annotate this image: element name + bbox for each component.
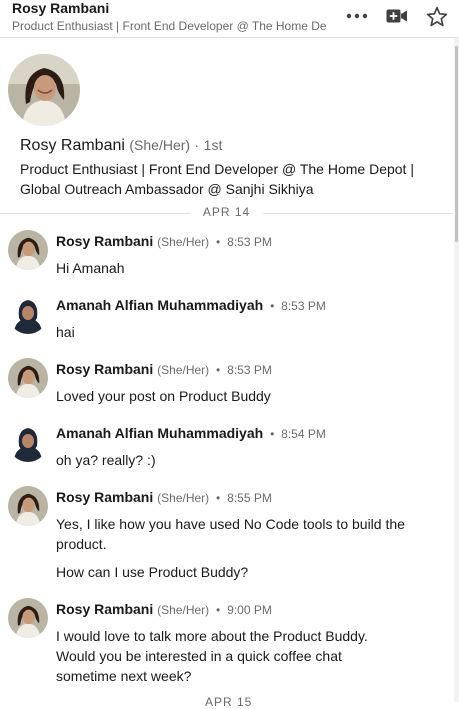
message-header: Amanah Alfian Muhammadiyah • 8:53 PM [56, 297, 326, 313]
conversation-header: Rosy Rambani Product Enthusiast | Front … [0, 0, 459, 38]
message-header: Rosy Rambani (She/Her) • 8:53 PM [56, 233, 272, 249]
separator-dot: • [270, 299, 275, 313]
sender-name[interactable]: Amanah Alfian Muhammadiyah [56, 297, 263, 313]
sender-pronouns: (She/Her) [157, 603, 210, 617]
message-header: Rosy Rambani (She/Her) • 8:55 PM [56, 489, 272, 505]
message-time: 8:53 PM [227, 235, 272, 249]
star-icon [426, 6, 448, 26]
more-icon [346, 13, 368, 19]
header-contact-name[interactable]: Rosy Rambani [12, 0, 109, 16]
message-header: Rosy Rambani (She/Her) • 9:00 PM [56, 601, 272, 617]
rosy-avatar[interactable] [8, 486, 48, 526]
amanah-avatar[interactable] [8, 294, 48, 334]
profile-name[interactable]: Rosy Rambani [20, 137, 125, 154]
message-text: Yes, I like how you have used No Code to… [56, 516, 405, 552]
profile-headline: Product Enthusiast | Front End Developer… [20, 161, 414, 197]
message-time: 9:00 PM [227, 603, 272, 617]
message-text: I would love to talk more about the Prod… [56, 628, 368, 684]
amanah-avatar[interactable] [8, 422, 48, 462]
separator-dot: • [216, 363, 221, 377]
star-button[interactable] [423, 4, 451, 28]
connection-degree: 1st [203, 137, 223, 153]
sender-name[interactable]: Rosy Rambani [56, 601, 153, 617]
message-time: 8:53 PM [227, 363, 272, 377]
profile-pronouns: (She/Her) [129, 137, 191, 153]
separator-dot: • [216, 491, 221, 505]
separator-dot: • [270, 427, 275, 441]
date-label: APR 14 [190, 205, 263, 219]
message-text: hai [56, 324, 75, 340]
message-time: 8:53 PM [281, 299, 326, 313]
header-contact-headline: Product Enthusiast | Front End Developer… [12, 19, 326, 33]
rosy-avatar[interactable] [8, 358, 48, 398]
sender-name[interactable]: Rosy Rambani [56, 361, 153, 377]
video-call-button[interactable] [383, 4, 411, 28]
sender-name[interactable]: Amanah Alfian Muhammadiyah [56, 425, 263, 441]
sender-pronouns: (She/Her) [157, 363, 210, 377]
rosy-avatar[interactable] [8, 598, 48, 638]
message-text: Hi Amanah [56, 260, 125, 276]
video-call-icon [386, 9, 407, 23]
profile-name-line: Rosy Rambani (She/Her) · 1st [20, 137, 222, 155]
sender-name[interactable]: Rosy Rambani [56, 233, 153, 249]
message-time: 8:54 PM [281, 427, 326, 441]
message-text: oh ya? really? :) [56, 452, 156, 468]
profile-separator: · [194, 137, 200, 153]
message-text: How can I use Product Buddy? [56, 564, 249, 580]
rosy-avatar[interactable] [8, 230, 48, 270]
date-divider: APR 14 [0, 205, 453, 221]
message-time: 8:55 PM [227, 491, 272, 505]
separator-dot: • [216, 235, 221, 249]
scrollbar-thumb[interactable] [455, 46, 458, 242]
more-options-button[interactable] [343, 4, 371, 28]
sender-name[interactable]: Rosy Rambani [56, 489, 153, 505]
next-date-divider: APR 15 [205, 695, 253, 709]
message-text: Loved your post on Product Buddy [56, 388, 271, 404]
sender-pronouns: (She/Her) [157, 491, 210, 505]
message-header: Rosy Rambani (She/Her) • 8:53 PM [56, 361, 272, 377]
separator-dot: • [216, 603, 221, 617]
profile-avatar[interactable] [8, 54, 80, 126]
sender-pronouns: (She/Her) [157, 235, 210, 249]
message-header: Amanah Alfian Muhammadiyah • 8:54 PM [56, 425, 326, 441]
